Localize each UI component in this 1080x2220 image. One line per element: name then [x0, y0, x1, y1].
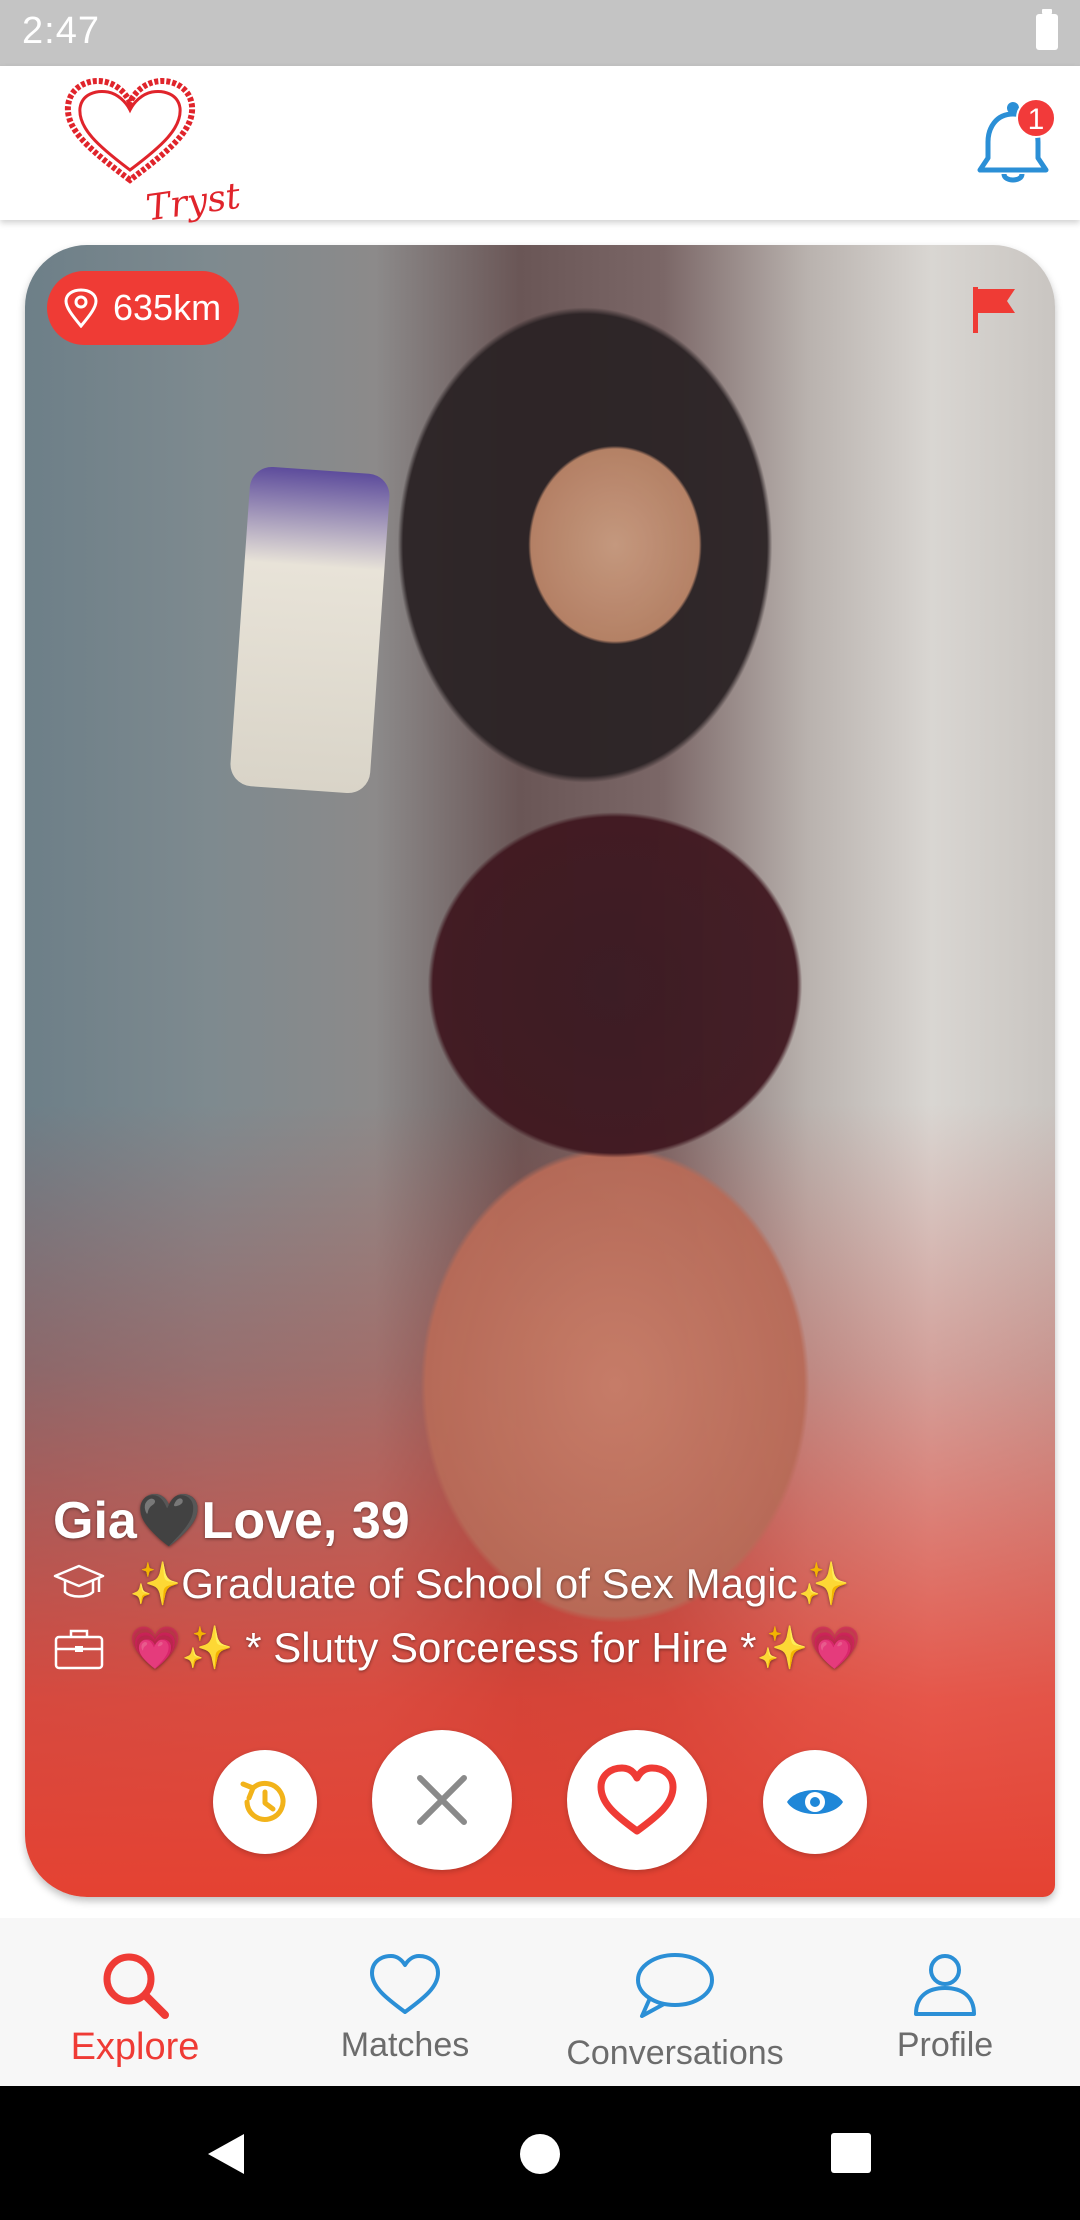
system-navigation-bar: [0, 2086, 1080, 2220]
view-profile-button[interactable]: [763, 1750, 867, 1854]
chat-bubble-icon: [636, 1953, 714, 2018]
notifications-button[interactable]: 1: [974, 94, 1056, 186]
notification-badge: 1: [1016, 98, 1056, 138]
distance-badge: 635km: [47, 271, 240, 345]
nav-explore[interactable]: Explore: [40, 1918, 230, 2086]
recents-icon[interactable]: [830, 2132, 872, 2179]
back-icon[interactable]: [204, 2132, 248, 2181]
nav-matches-label: Matches: [340, 2026, 470, 2064]
bottom-navigation: Explore Matches Conversations Profile: [0, 1918, 1080, 2086]
rewind-icon: [240, 1780, 286, 1822]
distance-text: 635km: [113, 287, 222, 328]
search-icon: [103, 1953, 169, 2019]
battery-full-icon: [1036, 9, 1058, 50]
education-text: ✨Graduate of School of Sex Magic✨: [129, 1560, 850, 1607]
pass-button[interactable]: [372, 1730, 512, 1870]
heart-outline-icon: [370, 1954, 440, 2014]
close-icon: [417, 1775, 467, 1825]
status-time: 2:47: [22, 10, 100, 52]
education-row: ✨Graduate of School of Sex Magic✨: [53, 1552, 1033, 1616]
profile-card[interactable]: 635km Gia🖤Love, 39 ✨Graduate of School o…: [25, 245, 1055, 1897]
nav-profile[interactable]: Profile: [850, 1918, 1040, 2086]
flag-icon: [973, 287, 1015, 333]
action-buttons: [25, 1730, 1055, 1870]
profile-info: Gia🖤Love, 39 ✨Graduate of School of Sex …: [53, 1490, 1033, 1680]
report-flag-button[interactable]: [971, 285, 1017, 335]
heart-logo-icon[interactable]: Tryst: [60, 72, 243, 229]
nav-profile-label: Profile: [896, 2026, 994, 2064]
photo-phone: [229, 465, 391, 795]
home-icon[interactable]: [518, 2132, 562, 2181]
profile-name-age: Gia🖤Love, 39: [53, 1492, 410, 1550]
heart-icon: [597, 1764, 677, 1835]
nav-explore-label: Explore: [70, 2026, 200, 2068]
status-bar: 2:47: [0, 0, 1080, 66]
user-icon: [914, 1954, 976, 2016]
eye-icon: [787, 1790, 843, 1814]
occupation-text: 💗✨ * Slutty Sorceress for Hire *✨💗: [129, 1624, 862, 1671]
nav-conversations[interactable]: Conversations: [545, 1918, 805, 2086]
graduation-cap-icon: [53, 1564, 105, 1598]
location-pin-icon: [64, 288, 98, 328]
rewind-button[interactable]: [213, 1750, 317, 1854]
nav-matches[interactable]: Matches: [310, 1918, 500, 2086]
like-button[interactable]: [567, 1730, 707, 1870]
briefcase-icon: [54, 1629, 104, 1670]
app-header: Tryst 1: [0, 66, 1080, 229]
occupation-row: 💗✨ * Slutty Sorceress for Hire *✨💗: [53, 1616, 1033, 1680]
nav-conversations-label: Conversations: [566, 2034, 784, 2072]
